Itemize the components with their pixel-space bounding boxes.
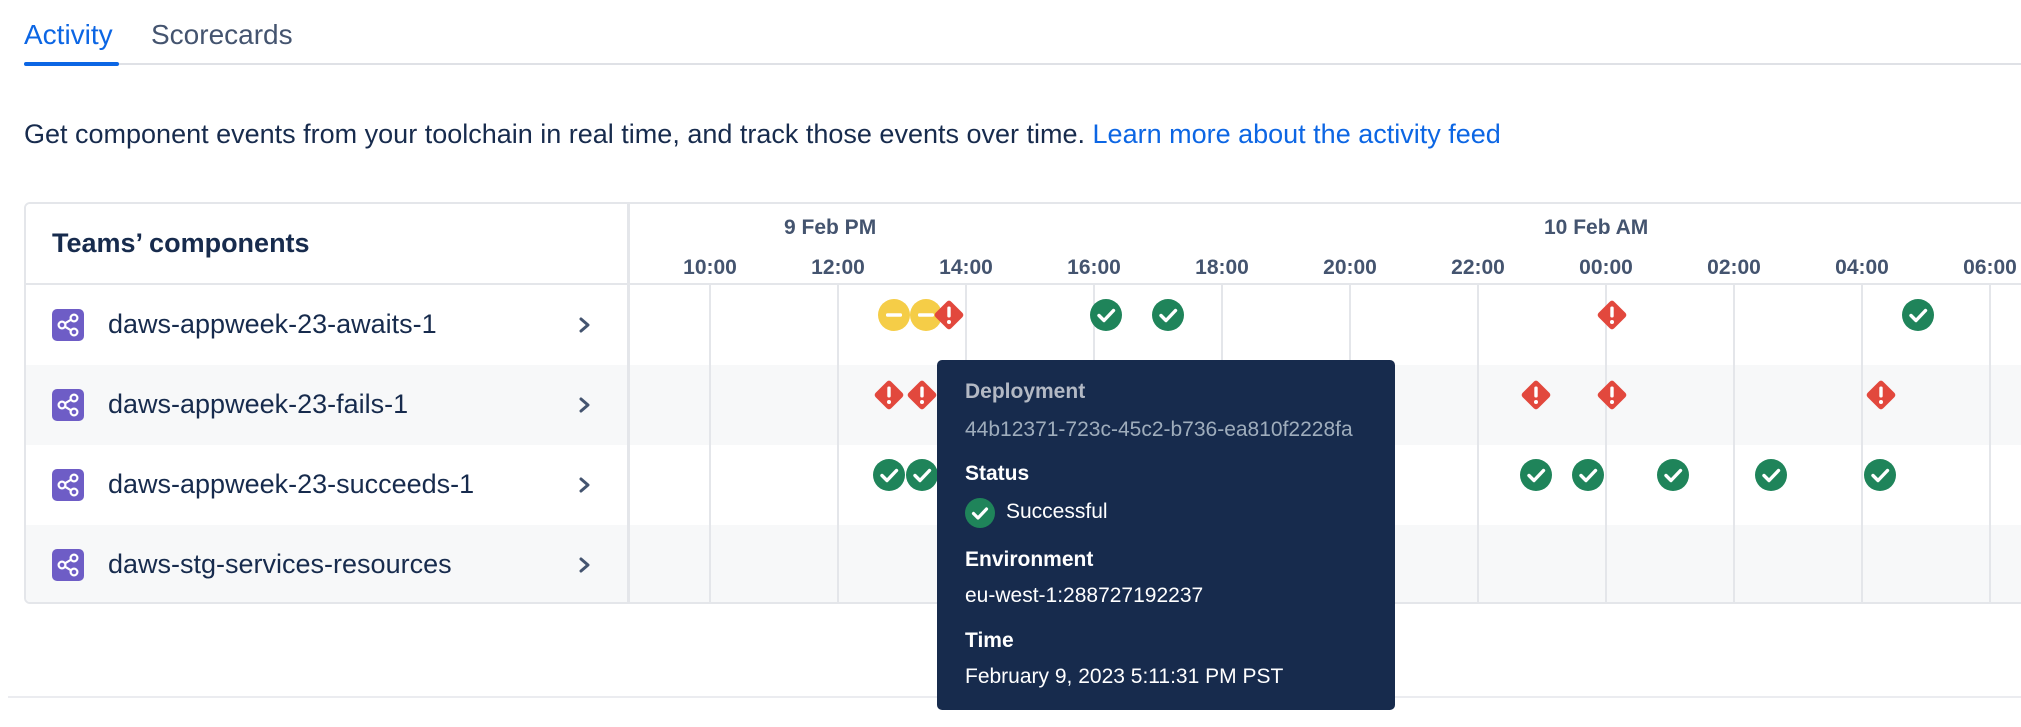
failed-event-icon[interactable]	[905, 378, 939, 412]
learn-more-link[interactable]: Learn more about the activity feed	[1093, 119, 1501, 149]
tooltip-status-value: Successful	[1006, 500, 1108, 523]
tab-activity[interactable]: Activity	[24, 18, 113, 52]
event-tooltip: Deployment 44b12371-723c-45c2-b736-ea810…	[937, 360, 1395, 710]
in-progress-event-icon[interactable]	[877, 298, 911, 332]
tooltip-environment-label: Environment	[965, 548, 1094, 571]
failed-event-icon[interactable]	[932, 298, 966, 332]
success-event-icon[interactable]	[1656, 458, 1690, 492]
hour-tick-label: 12:00	[811, 256, 865, 279]
success-event-icon[interactable]	[872, 458, 906, 492]
hour-gridline	[1861, 285, 1863, 602]
tooltip-deployment-id: 44b12371-723c-45c2-b736-ea810f2228fa	[965, 418, 1353, 441]
hour-tick-label: 18:00	[1195, 256, 1249, 279]
description-text: Get component events from your toolchain…	[24, 119, 1093, 149]
success-event-icon[interactable]	[1901, 298, 1935, 332]
hour-gridline	[837, 285, 839, 602]
failed-event-icon[interactable]	[872, 378, 906, 412]
tooltip-time-value: February 9, 2023 5:11:31 PM PST	[965, 665, 1284, 688]
component-row[interactable]: daws-appweek-23-succeeds-1	[26, 445, 627, 525]
hour-gridline	[1477, 285, 1479, 602]
hour-gridline	[1605, 285, 1607, 602]
success-event-icon[interactable]	[1863, 458, 1897, 492]
components-column: Teams’ components daws-appweek-23-awaits…	[26, 204, 630, 602]
component-row[interactable]: daws-appweek-23-fails-1	[26, 365, 627, 445]
date-label: 10 Feb AM	[1544, 216, 1649, 239]
check-circle-icon	[965, 498, 995, 528]
component-icon	[52, 389, 84, 421]
components-header: Teams’ components	[52, 228, 310, 258]
chevron-right-icon[interactable]	[574, 471, 596, 499]
tab-scorecards[interactable]: Scorecards	[151, 18, 293, 52]
failed-event-icon[interactable]	[1595, 378, 1629, 412]
hour-gridline	[1989, 285, 1991, 602]
component-row[interactable]: daws-stg-services-resources	[26, 525, 627, 602]
tooltip-time-label: Time	[965, 629, 1014, 652]
hour-tick-label: 22:00	[1451, 256, 1505, 279]
hour-gridline	[1733, 285, 1735, 602]
tooltip-status-label: Status	[965, 462, 1030, 485]
component-name: daws-appweek-23-awaits-1	[108, 309, 437, 339]
success-event-icon[interactable]	[1151, 298, 1185, 332]
active-tab-indicator	[24, 62, 119, 66]
success-event-icon[interactable]	[1571, 458, 1605, 492]
success-event-icon[interactable]	[1089, 298, 1123, 332]
chevron-right-icon[interactable]	[574, 551, 596, 579]
success-event-icon[interactable]	[1519, 458, 1553, 492]
tabs-divider	[24, 63, 2021, 65]
component-name: daws-appweek-23-fails-1	[108, 389, 409, 419]
hour-tick-label: 02:00	[1707, 256, 1761, 279]
tooltip-environment-value: eu-west-1:288727192237	[965, 584, 1204, 607]
component-name: daws-appweek-23-succeeds-1	[108, 469, 475, 499]
hour-tick-label: 06:00	[1963, 256, 2017, 279]
date-label: 9 Feb PM	[784, 216, 877, 239]
component-row[interactable]: daws-appweek-23-awaits-1	[26, 285, 627, 365]
chevron-right-icon[interactable]	[574, 311, 596, 339]
hour-tick-label: 14:00	[939, 256, 993, 279]
component-icon	[52, 549, 84, 581]
failed-event-icon[interactable]	[1519, 378, 1553, 412]
hour-tick-label: 20:00	[1323, 256, 1377, 279]
tooltip-title: Deployment	[965, 380, 1086, 403]
hour-gridline	[709, 285, 711, 602]
success-event-icon[interactable]	[1754, 458, 1788, 492]
hour-tick-label: 16:00	[1067, 256, 1121, 279]
hour-tick-label: 10:00	[683, 256, 737, 279]
failed-event-icon[interactable]	[1595, 298, 1629, 332]
activity-description: Get component events from your toolchain…	[24, 119, 1501, 150]
hour-tick-label: 04:00	[1835, 256, 1889, 279]
chevron-right-icon[interactable]	[574, 391, 596, 419]
success-event-icon[interactable]	[905, 458, 939, 492]
hour-tick-label: 00:00	[1579, 256, 1633, 279]
component-name: daws-stg-services-resources	[108, 549, 452, 579]
component-icon	[52, 469, 84, 501]
failed-event-icon[interactable]	[1864, 378, 1898, 412]
component-icon	[52, 309, 84, 341]
